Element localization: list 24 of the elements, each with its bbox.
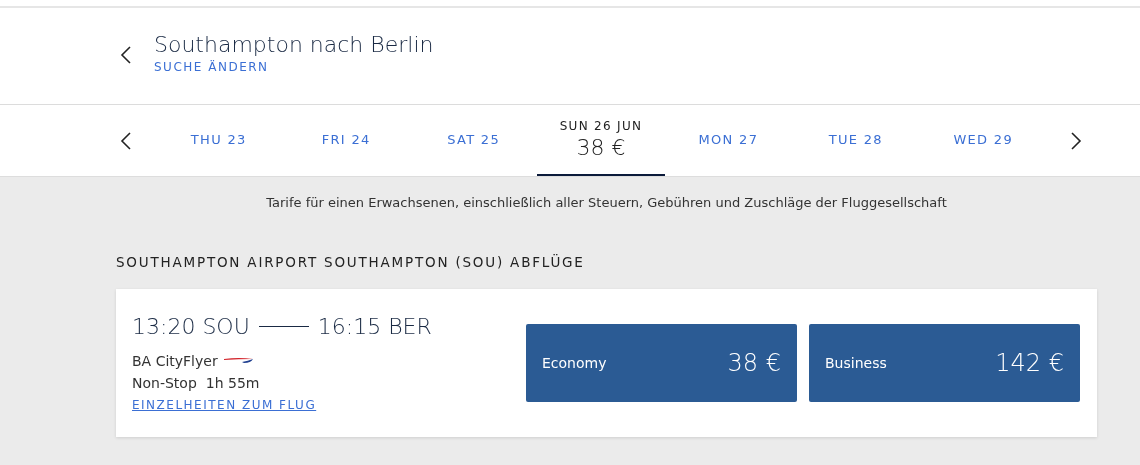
airline-logo-icon — [223, 357, 254, 365]
arrival-time: 16:15 BER — [317, 314, 432, 339]
fare-note: Tarife für einen Erwachsenen, einschließlich aller Steuern, Gebühren und Zuschläge der Fluggesellschaft — [265, 195, 948, 210]
next-icon[interactable] — [1070, 130, 1082, 151]
route-line — [258, 326, 309, 327]
back-icon[interactable] — [120, 45, 132, 65]
date-tab[interactable]: SUN 26 JUN 38 € — [537, 105, 665, 176]
flight-details-link[interactable]: EINZELHEITEN ZUM FLUG — [132, 398, 526, 412]
date-tab[interactable]: FRI 24 — [282, 105, 410, 176]
stops-text: Non-Stop — [132, 375, 197, 391]
date-tab[interactable]: TUE 28 — [792, 105, 920, 176]
duration-text: 1h 55m — [205, 375, 260, 391]
fare-button[interactable]: Business 142 € — [809, 324, 1080, 402]
change-search-link[interactable]: SUCHE ÄNDERN — [154, 60, 434, 74]
section-title: SOUTHAMPTON AIRPORT SOUTHAMPTON (SOU) ABFLÜGE — [116, 254, 586, 270]
fare-button[interactable]: Economy 38 € — [526, 324, 797, 402]
date-tab[interactable]: THU 23 — [155, 105, 283, 176]
date-tab[interactable]: WED 29 — [919, 105, 1047, 176]
departure-time: 13:20 SOU — [132, 314, 250, 339]
date-tab[interactable]: MON 27 — [664, 105, 793, 176]
date-tab[interactable]: SAT 25 — [409, 105, 538, 176]
previous-icon[interactable] — [120, 130, 132, 151]
page-title: Southampton nach Berlin — [154, 32, 434, 57]
airline-name: BA CityFlyer — [132, 353, 218, 369]
